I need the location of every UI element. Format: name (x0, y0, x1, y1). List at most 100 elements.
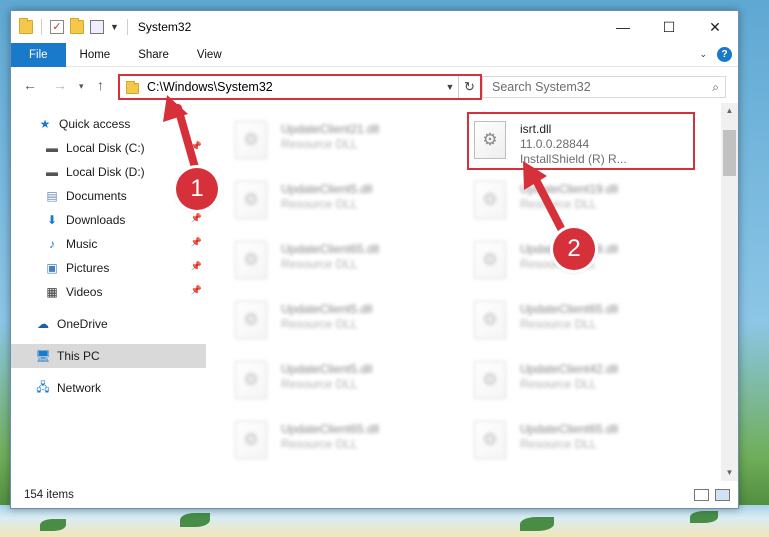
nav-item-music[interactable]: ♪ Music 📌 (11, 232, 206, 256)
nav-item-downloads[interactable]: ⬇ Downloads 📌 (11, 208, 206, 232)
divider (126, 19, 128, 35)
file-item[interactable]: ⚙ UpdateClient65.dll Resource DLL (470, 293, 690, 349)
pictures-icon: ▣ (46, 261, 58, 275)
cloud-icon: ☁ (37, 317, 49, 331)
nav-item-this-pc[interactable]: 🖥 This PC (11, 344, 206, 368)
tab-file[interactable]: File (11, 42, 66, 67)
ribbon-right-controls: ⌄ ? (699, 47, 732, 62)
forward-arrow-icon[interactable]: → (53, 77, 67, 93)
scroll-down-icon[interactable]: ▼ (721, 465, 738, 481)
maximize-button[interactable]: ☐ (646, 11, 692, 43)
search-icon[interactable]: ⌕ (712, 80, 719, 95)
nav-item-label: Local Disk (D:) (66, 165, 145, 179)
file-item[interactable]: ⚙ UpdateClient65.dll Resource DLL (470, 413, 690, 469)
dll-file-icon: ⚙ (474, 421, 506, 459)
file-item[interactable]: ⚙ UpdateClient42.dll Resource DLL (470, 353, 690, 409)
tab-view[interactable]: View (183, 43, 236, 67)
file-item[interactable]: ⚙ UpdateClient19.dllResource DLL (470, 173, 690, 229)
up-arrow-icon[interactable]: ↑ (97, 77, 104, 93)
tab-home[interactable]: Home (66, 43, 125, 67)
download-icon: ⬇ (46, 213, 58, 227)
nav-item-label: Local Disk (C:) (66, 141, 145, 155)
leaf-decoration (180, 513, 210, 527)
file-name: UpdateClient65.dll (281, 422, 380, 436)
music-icon: ♪ (49, 237, 55, 251)
drive-icon: ▬ (46, 165, 58, 179)
address-path[interactable]: C:\Windows\System32 (147, 80, 442, 94)
pin-icon[interactable]: 📌 (191, 237, 202, 248)
file-type: Resource DLL (281, 437, 358, 451)
minimize-button[interactable]: — (600, 11, 646, 43)
window-controls: — ☐ ✕ (600, 11, 738, 43)
view-toggle (694, 489, 730, 501)
nav-item-network[interactable]: 🖧 Network (11, 376, 206, 400)
file-name: UpdateClient5.dll (281, 302, 373, 316)
dll-file-icon: ⚙ (235, 301, 267, 339)
nav-item-label: Downloads (66, 213, 126, 227)
nav-item-label: Documents (66, 189, 127, 203)
details-view-icon[interactable] (694, 489, 709, 501)
scroll-thumb[interactable] (723, 130, 736, 176)
file-item[interactable]: ⚙ UpdateClient5.dll Resource DLL (231, 173, 451, 229)
new-folder-icon[interactable] (70, 18, 84, 34)
pin-icon[interactable]: 📌 (191, 285, 202, 296)
file-item[interactable]: ⚙ UpdateClient5.dll Resource DLL (231, 353, 451, 409)
nav-item-onedrive[interactable]: ☁ OneDrive (11, 312, 206, 336)
file-explorer-window: ✓ ▼ System32 — ☐ ✕ File Home Share View … (10, 10, 739, 509)
desktop-background (0, 505, 769, 537)
search-placeholder: Search System32 (492, 80, 591, 94)
pin-icon[interactable]: 📌 (191, 261, 202, 272)
step-marker-1: 1 (176, 168, 218, 210)
large-icons-view-icon[interactable] (715, 489, 730, 501)
file-type: Resource DLL (520, 197, 597, 211)
refresh-icon[interactable]: ↻ (458, 76, 480, 98)
folder-icon (126, 80, 139, 94)
item-count: 154 items (24, 489, 74, 501)
help-icon[interactable]: ? (717, 47, 732, 62)
folder-icon (19, 18, 33, 34)
nav-item-pictures[interactable]: ▣ Pictures 📌 (11, 256, 206, 280)
file-item[interactable]: ⚙ UpdateClient65.dll Resource DLL (231, 233, 451, 289)
tab-share[interactable]: Share (124, 43, 183, 67)
close-button[interactable]: ✕ (692, 11, 738, 43)
computer-icon: 🖥 (35, 349, 51, 363)
file-name: UpdateClient65.dll (281, 242, 380, 256)
chevron-down-icon[interactable]: ▼ (110, 22, 119, 32)
file-name: UpdateClient19.dll (520, 182, 619, 196)
vertical-scrollbar[interactable]: ▲ ▼ (721, 103, 738, 481)
dll-file-icon: ⚙ (235, 121, 267, 159)
pin-icon[interactable]: 📌 (191, 213, 202, 224)
file-item[interactable]: ⚙ UpdateClient21.dll Resource DLL (231, 113, 451, 169)
dll-file-icon: ⚙ (235, 241, 267, 279)
file-name: UpdateClient5.dll (281, 182, 373, 196)
file-type: Resource DLL (281, 197, 358, 211)
address-bar[interactable]: C:\Windows\System32 ▼ ↻ (118, 74, 482, 100)
chevron-down-icon[interactable]: ▼ (442, 82, 458, 92)
nav-item-label: This PC (57, 349, 100, 363)
file-name: UpdateClient21.dll (281, 122, 380, 136)
expand-ribbon-icon[interactable]: ⌄ (699, 49, 707, 60)
file-highlight-box (467, 112, 695, 170)
divider (41, 19, 42, 35)
nav-item-videos[interactable]: ▦ Videos 📌 (11, 280, 206, 304)
nav-item-quick-access[interactable]: ★ Quick access (11, 112, 206, 136)
customize-icon[interactable] (90, 20, 104, 34)
recent-locations-icon[interactable]: ▾ (79, 81, 84, 92)
drive-icon: ▬ (46, 141, 58, 155)
file-item[interactable]: ⚙ UpdateClient5.dll Resource DLL (231, 293, 451, 349)
properties-check-icon[interactable]: ✓ (50, 20, 64, 34)
nav-item-label: Quick access (59, 117, 131, 131)
pin-icon[interactable]: 📌 (191, 141, 202, 152)
file-type: Resource DLL (281, 257, 358, 271)
back-arrow-icon[interactable]: ← (23, 77, 37, 93)
network-icon: 🖧 (36, 379, 50, 394)
step-marker-2: 2 (553, 228, 595, 270)
file-item[interactable]: ⚙ UpdateClient65.dll Resource DLL (231, 413, 451, 469)
scroll-up-icon[interactable]: ▲ (721, 103, 738, 119)
nav-item-label: Pictures (66, 261, 110, 275)
quick-access-toolbar: ✓ ▼ (11, 18, 130, 35)
search-input[interactable]: Search System32 ⌕ (482, 76, 726, 98)
nav-item-local-disk-c[interactable]: ▬ Local Disk (C:) 📌 (11, 136, 206, 160)
dll-file-icon: ⚙ (235, 421, 267, 459)
star-icon: ★ (39, 117, 51, 131)
